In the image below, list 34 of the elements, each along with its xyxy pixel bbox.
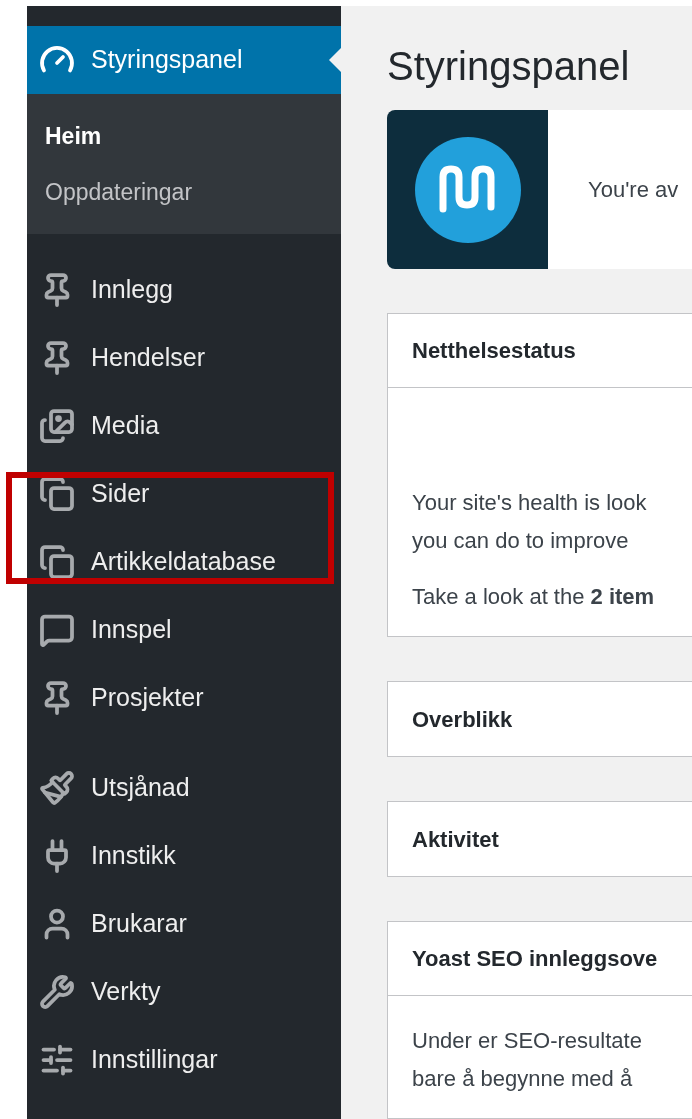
panel-text: Under er SEO-resultate	[412, 1027, 643, 1055]
page-title: Styringspanel	[387, 46, 631, 86]
submenu-item[interactable]: Oppdateringar	[27, 164, 341, 220]
submenu-item[interactable]: Heim	[27, 108, 341, 164]
menu-item[interactable]: Innlegg	[27, 256, 341, 324]
banner-text: You're av	[588, 176, 679, 204]
panel-title: Aktivitet	[412, 825, 499, 854]
menu-item[interactable]: Styringspanel	[27, 26, 341, 94]
menu-item[interactable]: Innstikk	[27, 822, 341, 890]
pages-icon	[39, 476, 75, 512]
panel-title: Overblikk	[412, 705, 513, 734]
panel-text: Your site's health is look	[412, 489, 648, 517]
panel-text: you can do to improve	[412, 527, 630, 555]
wrench-icon	[39, 974, 75, 1010]
menu-item[interactable]: Artikkeldatabase	[27, 528, 341, 596]
panel-text: Take a look at the 2 item	[412, 583, 656, 611]
menu-item[interactable]: Hendelser	[27, 324, 341, 392]
panel-title: Netthelsestatus	[412, 337, 576, 365]
menu-item[interactable]: Innstillingar	[27, 1026, 341, 1094]
media-icon	[39, 408, 75, 444]
panel-title: Yoast SEO innleggsove	[412, 945, 658, 973]
menu-item[interactable]: Innspel	[27, 596, 341, 664]
menu-item[interactable]: Prosjekter	[27, 664, 341, 732]
menu-item[interactable]: Utsjånad	[27, 754, 341, 822]
speech-bubble-icon	[39, 612, 75, 648]
pages-icon	[39, 544, 75, 580]
menu-item[interactable]: Sider	[27, 460, 341, 528]
wave-logo-icon	[414, 136, 521, 243]
menu-item[interactable]: Brukarar	[27, 890, 341, 958]
paintbrush-icon	[39, 770, 75, 806]
menu-item[interactable]: Media	[27, 392, 341, 460]
panel-text: bare å begynne med å	[412, 1065, 634, 1093]
menu-item[interactable]: Verkty	[27, 958, 341, 1026]
sliders-icon	[39, 1042, 75, 1078]
